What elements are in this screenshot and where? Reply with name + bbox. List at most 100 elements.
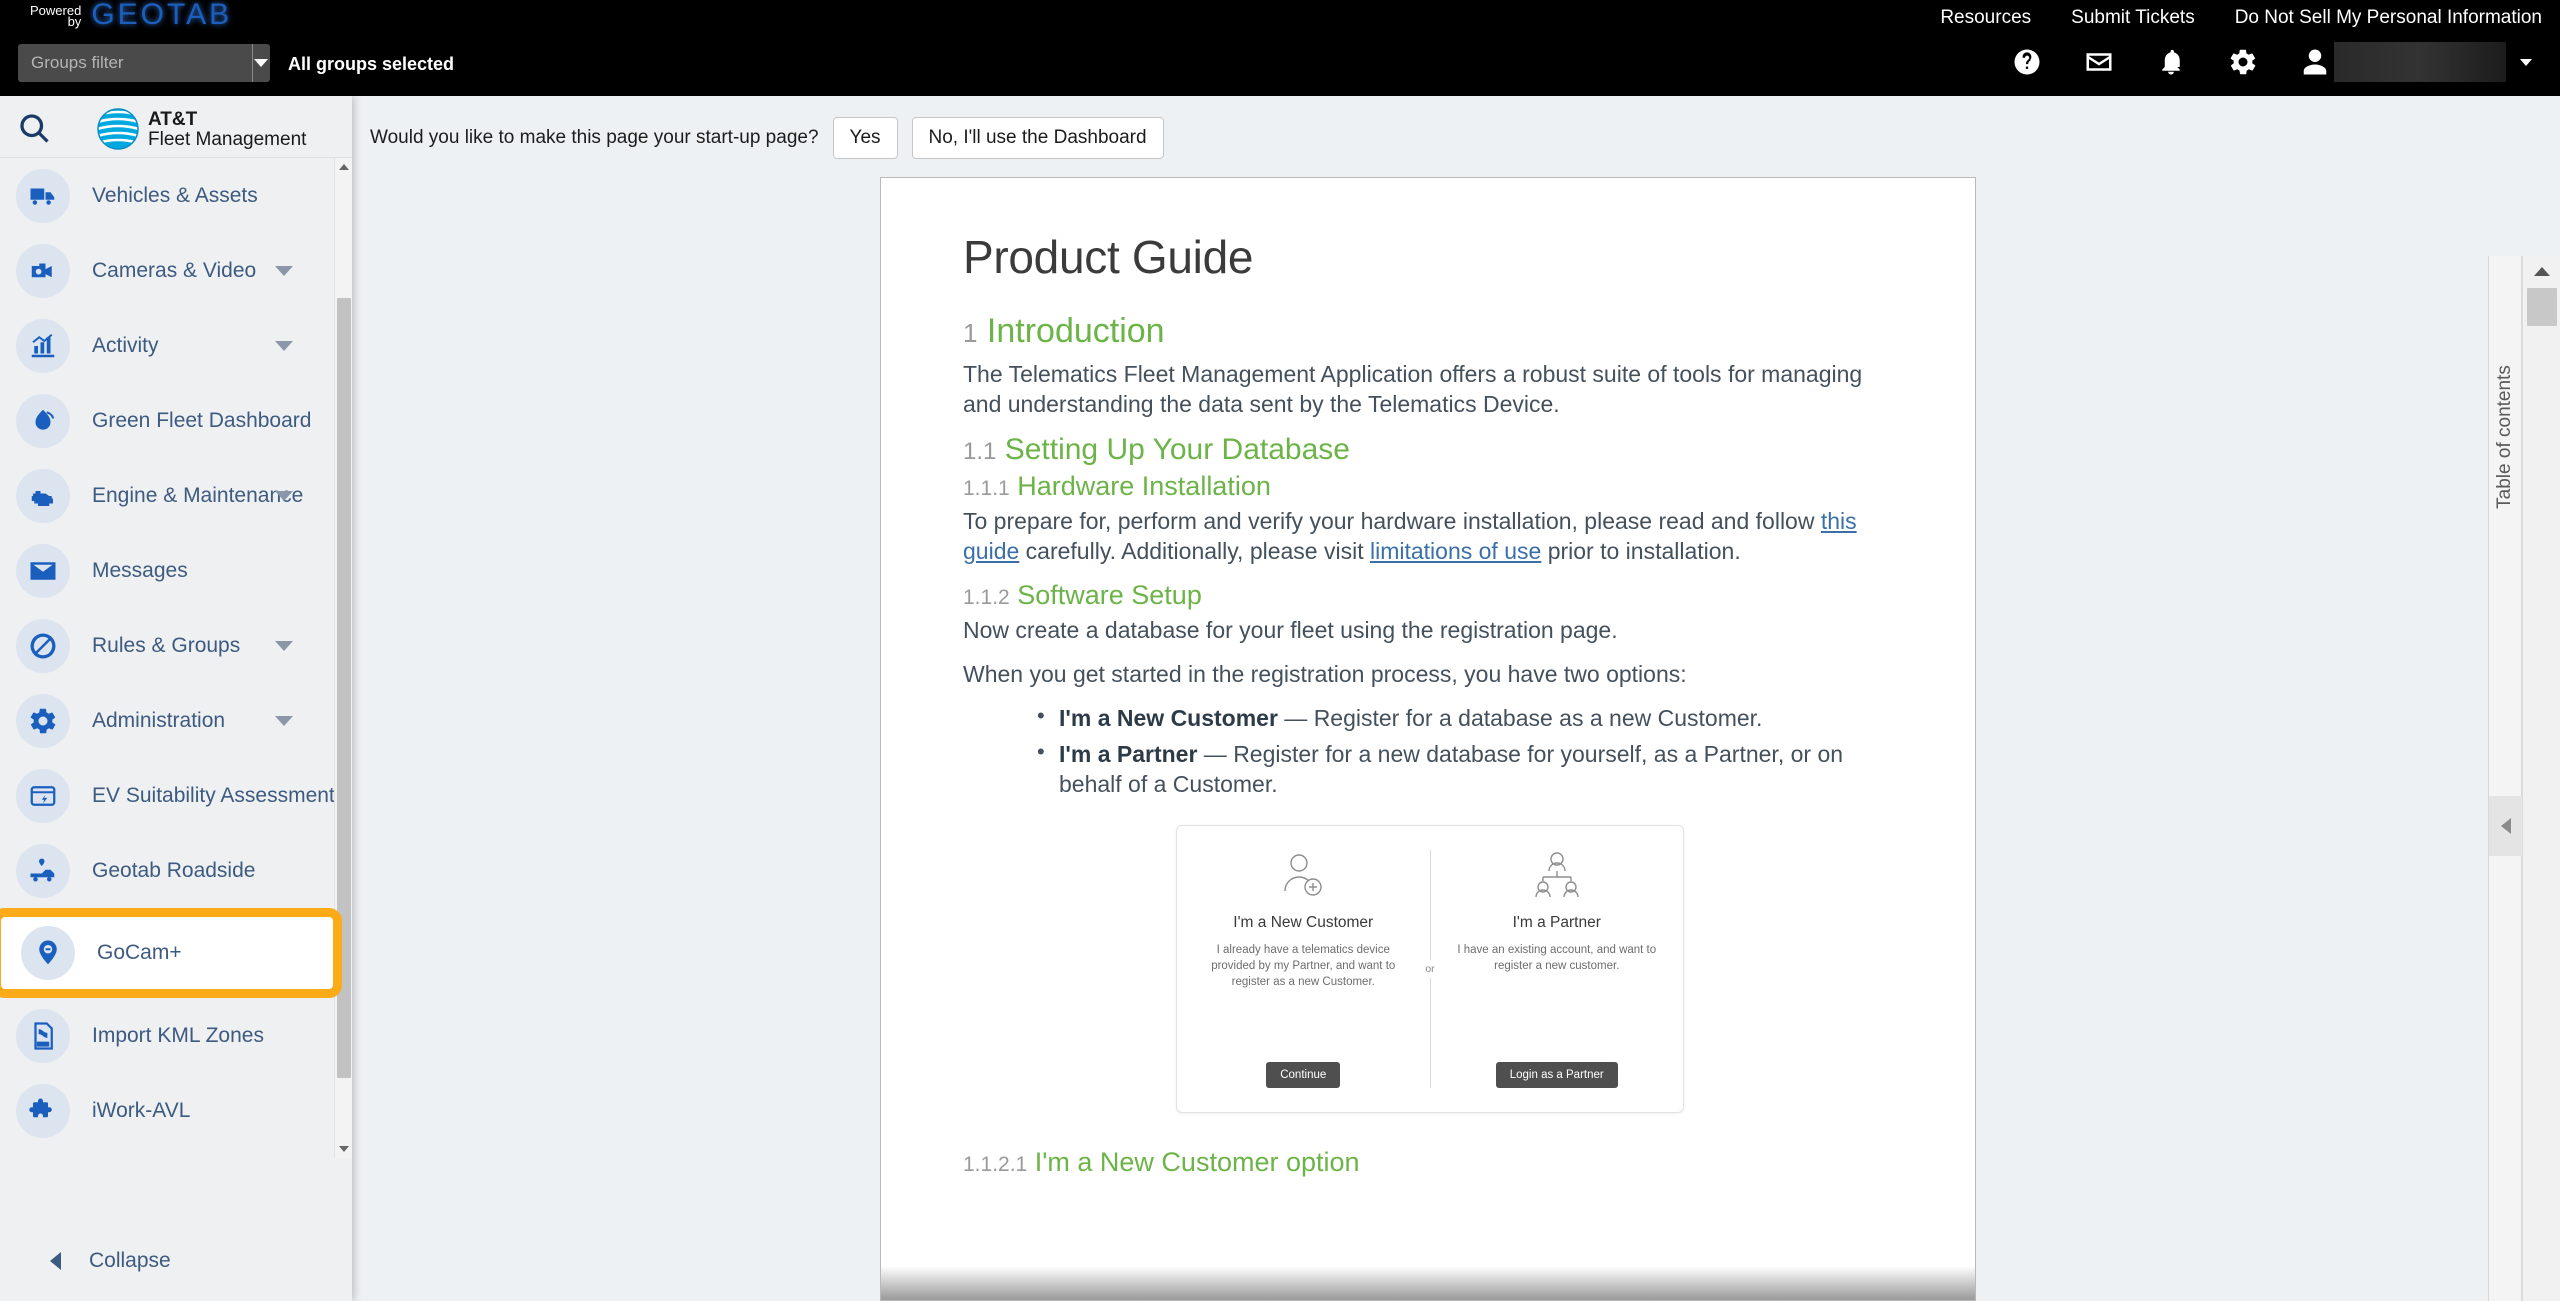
app-root: Powered by GEOTAB Resources Submit Ticke… — [0, 0, 2560, 1301]
chevron-down-icon[interactable] — [275, 715, 293, 726]
section-number: 1.1.2 — [963, 586, 1010, 609]
hardware-installation-paragraph: To prepare for, perform and verify your … — [963, 506, 1897, 566]
sidebar-collapse-label: Collapse — [89, 1249, 171, 1272]
section-title: I'm a New Customer option — [1034, 1147, 1360, 1177]
groups-filter-input[interactable] — [18, 53, 252, 73]
scroll-up-button[interactable] — [2523, 256, 2560, 286]
gear-icon[interactable] — [2228, 47, 2258, 77]
groups-filter-dropdown-button[interactable] — [252, 44, 270, 82]
bell-icon[interactable] — [2156, 47, 2186, 77]
groups-filter-control[interactable] — [18, 44, 270, 82]
continue-button[interactable]: Continue — [1266, 1062, 1341, 1088]
do-not-sell-link[interactable]: Do Not Sell My Personal Information — [2235, 7, 2542, 29]
sidebar-item-label: Activity — [92, 333, 159, 357]
resources-link[interactable]: Resources — [1940, 7, 2031, 29]
sidebar-item-ev-suitability-assessment[interactable]: EV Suitability Assessment — [0, 758, 340, 833]
sidebar-item-label: Messages — [92, 558, 188, 582]
scrollbar-thumb[interactable] — [2527, 288, 2557, 326]
partner-description: I have an existing account, and want to … — [1457, 944, 1657, 972]
section-title: Setting Up Your Database — [1004, 433, 1350, 466]
chevron-up-icon — [339, 164, 349, 170]
registration-options-card: I'm a New Customer I already have a tele… — [1176, 825, 1684, 1113]
sidebar-item-label: Import KML Zones — [92, 1023, 264, 1047]
new-customer-icon — [1275, 848, 1331, 904]
sidebar-item-engine-maintenance[interactable]: Engine & Maintenance — [0, 458, 340, 533]
chevron-down-icon[interactable] — [275, 265, 293, 276]
user-icon[interactable] — [2300, 47, 2330, 77]
top-icon-row — [2012, 42, 2532, 82]
left-sidebar: AT&T Fleet Management Vehicles & Assets … — [0, 96, 352, 1301]
page-title: Product Guide — [963, 231, 1254, 283]
or-label: or — [1421, 960, 1439, 978]
user-name-redacted — [2334, 42, 2506, 82]
submit-tickets-link[interactable]: Submit Tickets — [2071, 7, 2195, 29]
sidebar-item-green-fleet-dashboard[interactable]: Green Fleet Dashboard — [0, 383, 340, 458]
section-heading-setting-up-database: 1.1 Setting Up Your Database — [963, 433, 1897, 467]
new-customer-title: I'm a New Customer — [1233, 914, 1374, 931]
truck-icon — [16, 168, 70, 223]
sidebar-item-vehicles-assets[interactable]: Vehicles & Assets — [0, 158, 340, 233]
registration-options-list: I'm a New Customer — Register for a data… — [1037, 701, 1897, 799]
product-guide-document[interactable]: Product Guide 1 Introduction The Telemat… — [880, 177, 1976, 1301]
gear-icon — [16, 693, 70, 748]
table-of-contents-panel[interactable]: Table of contents — [2488, 256, 2523, 1301]
sidebar-item-label: EV Suitability Assessment — [92, 783, 335, 807]
sidebar-item-label: Cameras & Video — [92, 258, 257, 282]
sidebar-item-label: Administration — [92, 708, 226, 732]
sidebar-scrollbar-thumb[interactable] — [337, 298, 351, 1078]
top-bar: Powered by GEOTAB Resources Submit Ticke… — [0, 0, 2560, 96]
chevron-down-icon — [339, 1146, 349, 1152]
help-icon[interactable] — [2012, 47, 2042, 77]
option-1-rest: — Register for a database as a new Custo… — [1277, 705, 1763, 731]
mail-icon[interactable] — [2084, 47, 2114, 77]
puzzle-icon — [16, 1083, 70, 1138]
sidebar-scroll-up-button[interactable] — [335, 158, 353, 176]
startup-yes-button[interactable]: Yes — [832, 117, 898, 159]
limitations-of-use-link[interactable]: limitations of use — [1370, 538, 1541, 564]
table-of-contents-label: Table of contents — [2494, 365, 2515, 509]
sidebar-scrollbar[interactable] — [334, 158, 352, 1158]
partner-title: I'm a Partner — [1512, 914, 1601, 931]
startup-no-button[interactable]: No, I'll use the Dashboard — [911, 117, 1164, 159]
sidebar-item-iwork-avl[interactable]: iWork-AVL — [0, 1073, 340, 1148]
sidebar-item-label: Engine & Maintenance — [92, 483, 304, 507]
document-bottom-fade — [881, 1266, 1975, 1300]
search-icon[interactable] — [16, 110, 52, 146]
section-heading-introduction: 1 Introduction — [963, 312, 1897, 351]
startup-banner-question: Would you like to make this page your st… — [370, 127, 819, 148]
sidebar-item-administration[interactable]: Administration — [0, 683, 340, 758]
chevron-down-icon[interactable] — [275, 340, 293, 351]
sidebar-nav-list: Vehicles & Assets Cameras & Video Activi… — [0, 158, 342, 1158]
all-groups-selected-label: All groups selected — [288, 54, 455, 74]
sidebar-item-geotab-roadside[interactable]: Geotab Roadside — [0, 833, 340, 908]
chevron-left-icon — [2501, 818, 2511, 834]
toc-collapse-button[interactable] — [2489, 796, 2523, 856]
sidebar-item-label: GoCam+ — [97, 941, 182, 964]
sidebar-item-label: Geotab Roadside — [92, 858, 256, 882]
sidebar-collapse-button[interactable]: Collapse — [0, 1231, 334, 1291]
section-title: Introduction — [986, 312, 1165, 350]
sidebar-item-label: Rules & Groups — [92, 633, 241, 657]
card-divider: or — [1421, 850, 1439, 1088]
chevron-down-icon[interactable] — [2520, 58, 2532, 66]
user-menu[interactable] — [2300, 42, 2532, 82]
new-customer-description: I already have a telematics device provi… — [1211, 944, 1396, 988]
chevron-down-icon[interactable] — [275, 640, 293, 651]
sidebar-item-messages[interactable]: Messages — [0, 533, 340, 608]
sidebar-item-cameras-video[interactable]: Cameras & Video — [0, 233, 340, 308]
sidebar-item-activity[interactable]: Activity — [0, 308, 340, 383]
sidebar-item-zendumaps[interactable]: ZenduMaps — [0, 1148, 340, 1158]
no-entry-icon — [16, 618, 70, 673]
sidebar-item-gocam-plus[interactable]: GoCam+ — [0, 908, 342, 998]
dashcam-icon — [16, 243, 70, 298]
main-vertical-scrollbar[interactable] — [2522, 256, 2560, 1301]
sidebar-item-rules-groups[interactable]: Rules & Groups — [0, 608, 340, 683]
sidebar-scroll-down-button[interactable] — [335, 1140, 353, 1158]
top-utility-links: Resources Submit Tickets Do Not Sell My … — [1940, 0, 2542, 36]
login-as-partner-button[interactable]: Login as a Partner — [1495, 1062, 1618, 1088]
section-heading-software-setup: 1.1.2 Software Setup — [963, 580, 1897, 611]
sidebar-item-import-kml-zones[interactable]: Import KML Zones — [0, 998, 340, 1073]
chevron-down-icon[interactable] — [275, 490, 293, 501]
att-globe-logo — [96, 107, 140, 151]
partner-option: I'm a Partner I have an existing account… — [1431, 826, 1684, 1112]
